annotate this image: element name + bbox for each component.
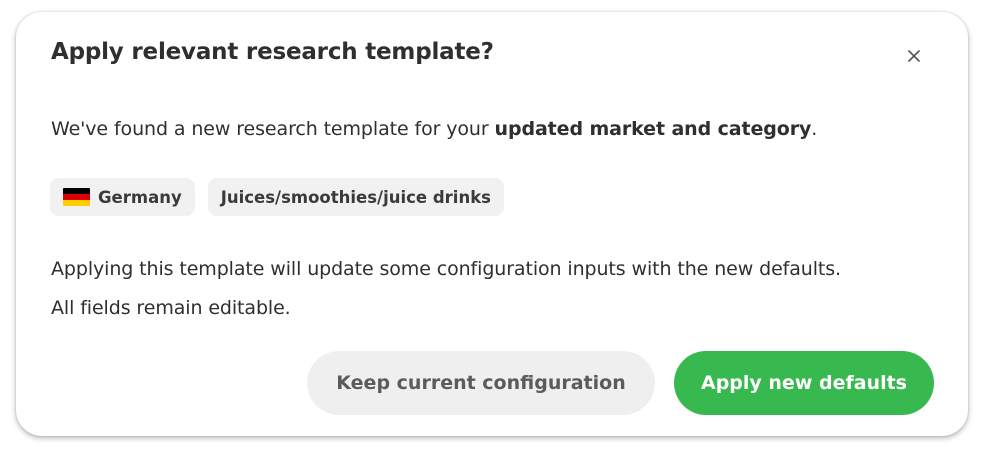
close-button[interactable] [900, 42, 928, 70]
market-tag: Germany [50, 178, 195, 216]
intro-emphasis: updated market and category [494, 118, 812, 140]
description-line-2: All fields remain editable. [51, 297, 291, 319]
description: Applying this template will update some … [51, 250, 951, 328]
apply-new-defaults-button[interactable]: Apply new defaults [674, 351, 934, 415]
intro-text: We've found a new research template for … [51, 118, 817, 140]
keep-current-configuration-button[interactable]: Keep current configuration [307, 351, 655, 415]
close-icon [908, 50, 920, 62]
research-template-dialog: Apply relevant research template? We've … [16, 12, 968, 436]
description-line-1: Applying this template will update some … [51, 258, 841, 280]
intro-text-after: . [811, 118, 818, 140]
market-tag-label: Germany [98, 187, 182, 207]
category-tag-label: Juices/smoothies/juice drinks [220, 187, 491, 207]
germany-flag-icon [63, 188, 90, 206]
category-tag: Juices/smoothies/juice drinks [207, 178, 504, 216]
intro-text-before: We've found a new research template for … [51, 118, 495, 140]
template-tags: Germany Juices/smoothies/juice drinks [50, 178, 504, 216]
flag-stripe-gold [63, 200, 90, 206]
dialog-title: Apply relevant research template? [51, 39, 494, 65]
